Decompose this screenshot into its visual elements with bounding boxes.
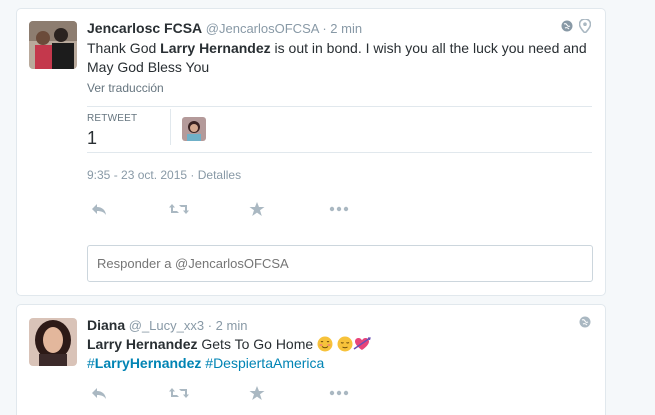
retweeter-avatar[interactable] xyxy=(182,117,206,141)
location-icon[interactable] xyxy=(578,18,592,35)
favorite-icon[interactable] xyxy=(245,383,269,403)
tweet-text-bold: Larry Hernandez xyxy=(160,40,271,56)
tweet-text: Larry Hernandez Gets To Go Home #LarryHe… xyxy=(87,335,587,373)
reply-input[interactable] xyxy=(88,246,592,281)
details-link[interactable]: · Detalles xyxy=(187,168,241,182)
tweet-text-part: Gets To Go Home xyxy=(197,336,318,352)
tweet-timestamp: 9:35 - 23 oct. 2015 · Detalles xyxy=(87,168,241,182)
globe-icon xyxy=(579,315,591,328)
tweet-card-2: Diana @_Lucy_xx3 · 2 min Larry Hernandez… xyxy=(16,304,606,415)
hashtag-link[interactable]: #DespiertaAmerica xyxy=(205,355,324,371)
username[interactable]: @JencarlosOFCSA xyxy=(206,21,319,36)
more-icon[interactable] xyxy=(327,383,351,403)
tweet-card-1: Jencarlosc FCSA @JencarlosOFCSA · 2 min … xyxy=(16,8,606,296)
username[interactable]: @_Lucy_xx3 xyxy=(129,318,204,333)
emoji-relieved-icon xyxy=(337,336,353,352)
timestamp-relative[interactable]: · 2 min xyxy=(322,21,362,36)
tweet-header: Diana @_Lucy_xx3 · 2 min xyxy=(87,317,247,333)
tweet-header: Jencarlosc FCSA @JencarlosOFCSA · 2 min xyxy=(87,20,362,36)
favorite-icon[interactable] xyxy=(245,199,269,219)
translate-link[interactable]: Ver traducción xyxy=(87,81,164,95)
avatar[interactable] xyxy=(29,318,77,366)
globe-icon xyxy=(561,19,573,32)
reply-box[interactable] xyxy=(87,245,593,282)
tweet-text-bold: Larry Hernandez xyxy=(87,336,198,352)
tweet-text: Thank God Larry Hernandez is out in bond… xyxy=(87,39,587,77)
timestamp-text[interactable]: 9:35 - 23 oct. 2015 xyxy=(87,168,187,182)
fullname[interactable]: Jencarlosc FCSA xyxy=(87,20,202,36)
tweet-text-part: Thank God xyxy=(87,40,161,56)
reply-icon[interactable] xyxy=(87,199,111,219)
stat-separator xyxy=(170,109,171,145)
retweet-stat-count[interactable]: 1 xyxy=(87,128,97,149)
tweet-meta-icons xyxy=(561,18,592,35)
more-icon[interactable] xyxy=(327,199,351,219)
retweet-stat-label: RETWEET xyxy=(87,113,138,124)
retweet-icon[interactable] xyxy=(167,199,191,219)
hashtag-prefix: # xyxy=(87,355,95,371)
reply-icon[interactable] xyxy=(87,383,111,403)
tweet-meta-icons xyxy=(579,315,591,328)
divider xyxy=(87,106,592,107)
fullname[interactable]: Diana xyxy=(87,317,125,333)
timestamp-relative[interactable]: · 2 min xyxy=(208,318,248,333)
hashtag-link[interactable]: #LarryHernandez xyxy=(87,355,201,371)
emoji-cupid-heart-icon xyxy=(353,336,371,352)
hashtag-text: LarryHernandez xyxy=(94,355,202,371)
emoji-blush-icon xyxy=(317,336,333,352)
divider xyxy=(87,152,592,153)
retweet-icon[interactable] xyxy=(167,383,191,403)
avatar[interactable] xyxy=(29,21,77,69)
